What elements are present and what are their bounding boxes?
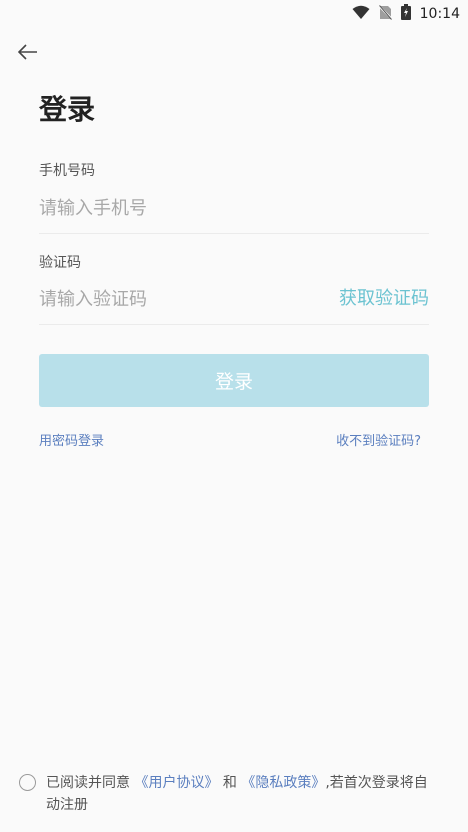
code-divider [39, 324, 429, 325]
phone-divider [39, 233, 429, 234]
agreement-and: 和 [222, 775, 237, 791]
status-icons: 10:14 [352, 4, 460, 24]
get-code-button[interactable]: 获取验证码 [339, 284, 429, 314]
phone-label: 手机号码 [39, 163, 95, 179]
wifi-icon [352, 5, 370, 24]
agreement-radio[interactable] [19, 774, 36, 791]
login-button[interactable]: 登录 [39, 354, 429, 407]
agreement-prefix: 已阅读并同意 [46, 775, 130, 791]
agreement-text: 已阅读并同意 《用户协议》 和 《隐私政策》,若首次登录将自动注册 [46, 772, 441, 816]
no-sim-icon [377, 4, 393, 24]
status-time: 10:14 [419, 6, 460, 22]
phone-input[interactable] [39, 191, 319, 225]
privacy-policy-link[interactable]: 《隐私政策》 [241, 775, 325, 791]
user-agreement-link[interactable]: 《用户协议》 [134, 775, 218, 791]
password-login-link[interactable]: 用密码登录 [39, 432, 104, 452]
no-code-link[interactable]: 收不到验证码? [336, 432, 421, 452]
back-button[interactable] [14, 40, 42, 68]
page-title: 登录 [39, 93, 96, 126]
battery-charging-icon [400, 4, 411, 24]
status-bar: 10:14 [0, 0, 468, 26]
agreement: 已阅读并同意 《用户协议》 和 《隐私政策》,若首次登录将自动注册 [19, 772, 449, 816]
arrow-left-icon [17, 44, 38, 64]
code-label: 验证码 [39, 255, 81, 271]
code-input[interactable] [39, 282, 319, 316]
